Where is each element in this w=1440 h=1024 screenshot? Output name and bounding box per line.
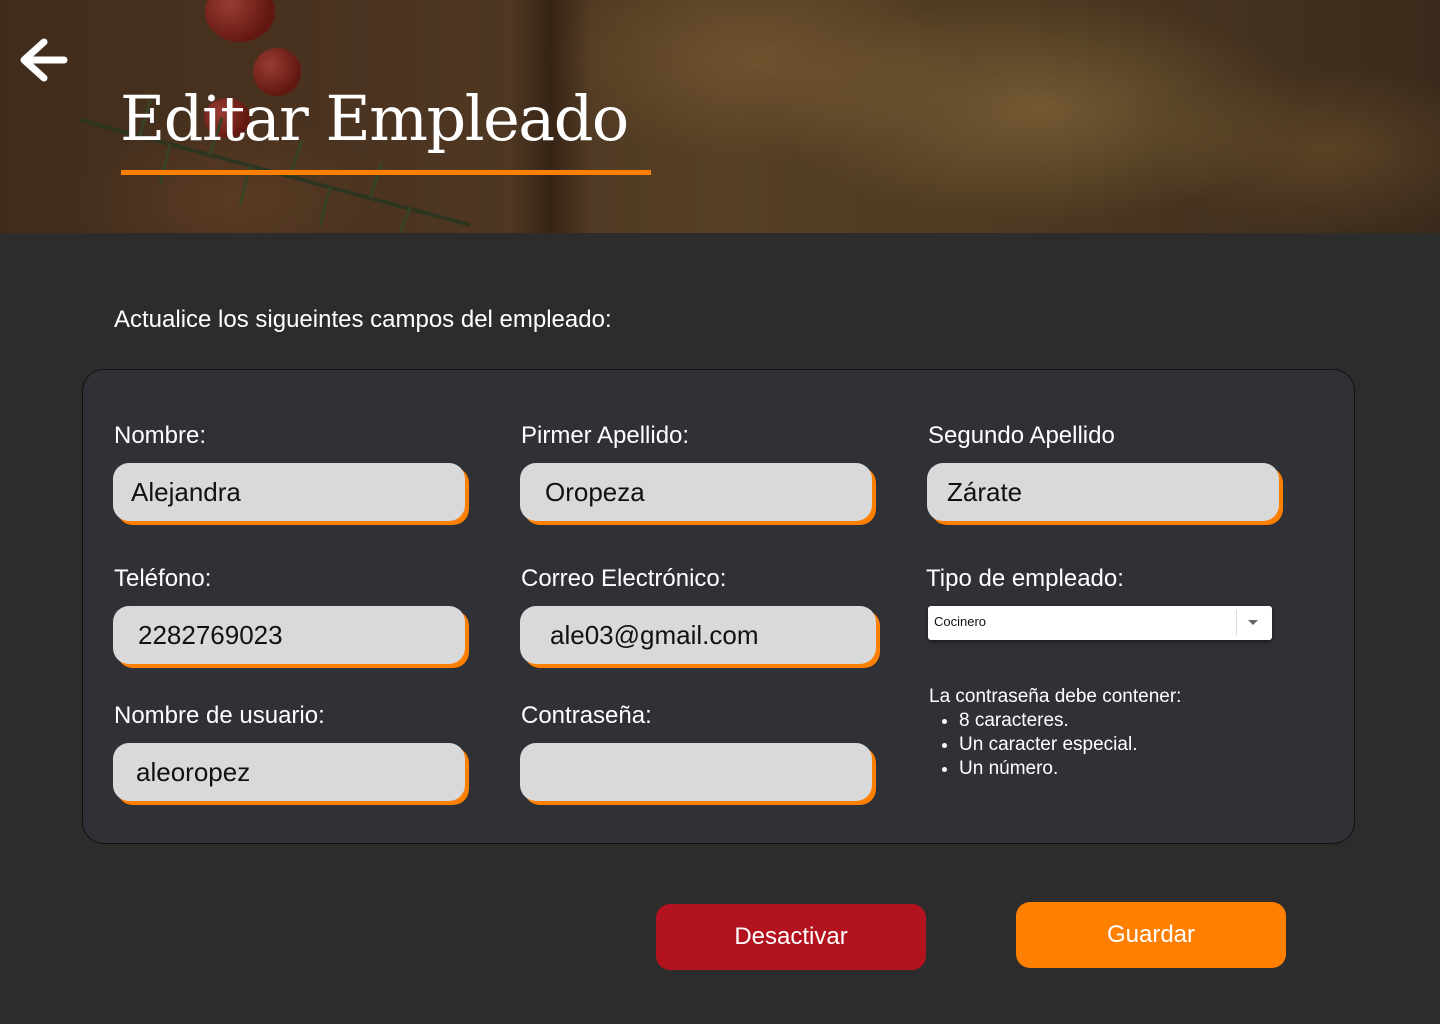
deactivate-button[interactable]: Desactivar: [656, 904, 926, 970]
usuario-field[interactable]: [113, 743, 465, 801]
email-field[interactable]: [520, 606, 876, 664]
header-banner: Editar Empleado: [0, 0, 1440, 233]
primer-apellido-label: Pirmer Apellido:: [521, 422, 690, 449]
page-title: Editar Empleado: [120, 82, 629, 155]
contrasena-label: Contraseña:: [521, 702, 652, 729]
correo-label: Correo Electrónico:: [521, 565, 727, 592]
password-rule: Un caracter especial.: [959, 733, 1181, 757]
usuario-label: Nombre de usuario:: [114, 702, 325, 729]
segundo-apellido-field[interactable]: [927, 463, 1279, 521]
arrow-left-icon[interactable]: [18, 36, 70, 84]
tipo-empleado-label: Tipo de empleado:: [926, 565, 1124, 592]
password-rules-list: 8 caracteres. Un caracter especial. Un n…: [929, 709, 1181, 781]
save-button[interactable]: Guardar: [1016, 902, 1286, 968]
telefono-field[interactable]: [113, 606, 465, 664]
password-rules-heading: La contraseña debe contener:: [929, 686, 1182, 707]
instruction-text: Actualice los sigueintes campos del empl…: [114, 306, 612, 333]
password-rule: Un número.: [959, 757, 1181, 781]
password-rule: 8 caracteres.: [959, 709, 1181, 733]
edit-employee-page: Editar Empleado Actualice los sigueintes…: [0, 0, 1440, 1024]
telefono-label: Teléfono:: [114, 565, 212, 592]
tipo-empleado-select[interactable]: Cocinero: [928, 606, 1272, 640]
password-rules: La contraseña debe contener: 8 caractere…: [929, 685, 1181, 781]
nombre-label: Nombre:: [114, 422, 207, 449]
chevron-down-icon: [1248, 620, 1258, 625]
password-field[interactable]: [520, 743, 872, 801]
primer-apellido-field[interactable]: [520, 463, 872, 521]
tipo-empleado-selected: Cocinero: [934, 614, 987, 629]
title-underline: [121, 170, 651, 175]
segundo-apellido-label: Segundo Apellido: [928, 422, 1115, 449]
nombre-field[interactable]: [113, 463, 465, 521]
